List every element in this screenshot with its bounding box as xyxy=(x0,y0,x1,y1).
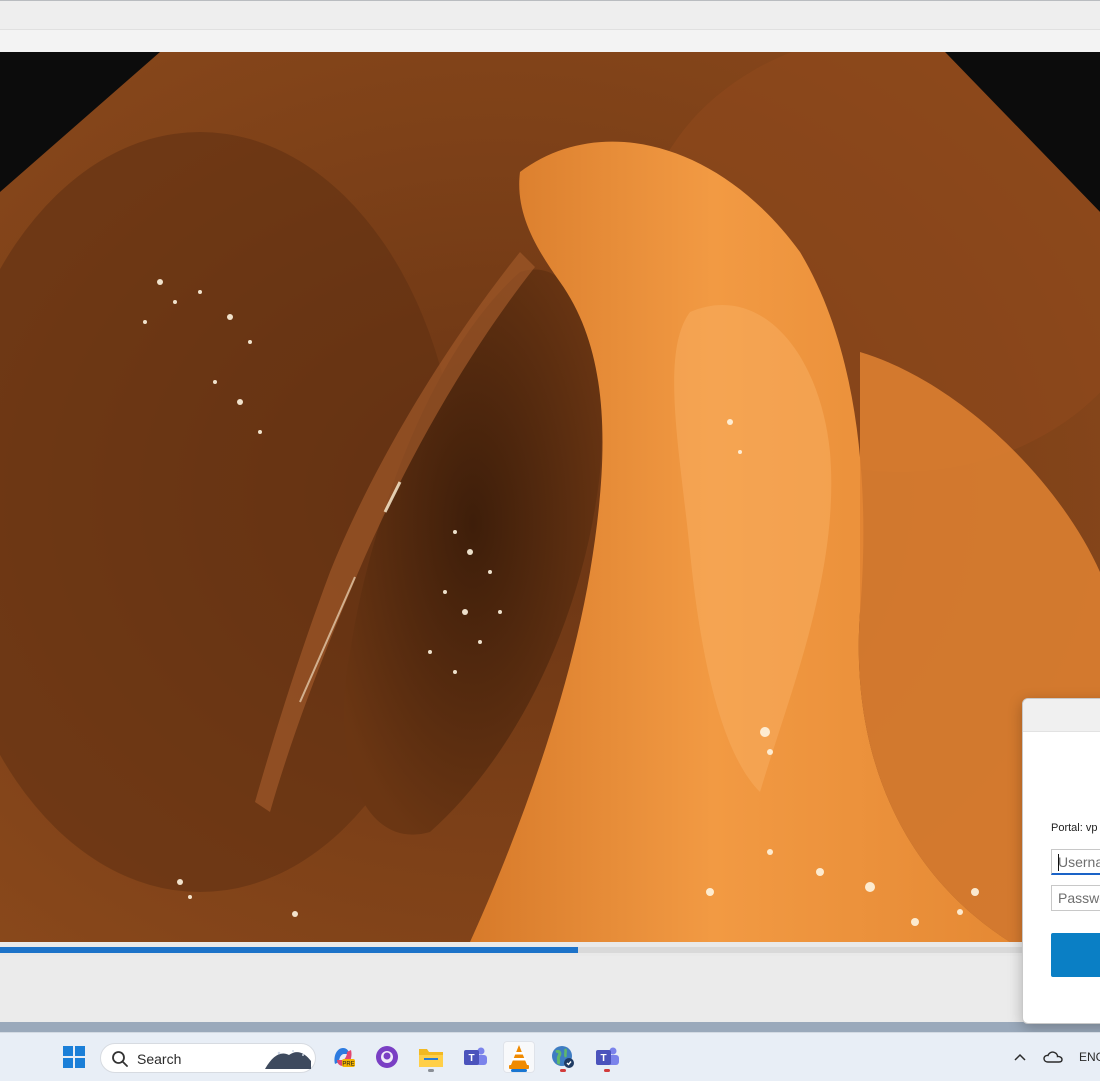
taskbar-app-teams[interactable]: T xyxy=(459,1041,491,1073)
window-toolbar xyxy=(0,30,1100,52)
github-desktop-icon xyxy=(376,1046,398,1068)
cloud-icon xyxy=(1043,1051,1063,1063)
svg-text:T: T xyxy=(600,1053,606,1064)
taskbar-app-vpn[interactable] xyxy=(547,1041,579,1073)
search-highlight-illustration-icon xyxy=(265,1050,311,1069)
window-title-bar xyxy=(0,0,1100,30)
search-label: Search xyxy=(137,1051,182,1067)
password-field[interactable]: Passwo xyxy=(1051,885,1100,911)
password-placeholder: Passwo xyxy=(1058,890,1100,906)
taskbar-app-github[interactable] xyxy=(371,1041,403,1073)
running-indicator xyxy=(428,1069,434,1072)
teams-icon: T xyxy=(464,1047,487,1065)
seek-bar[interactable] xyxy=(0,942,1100,956)
taskbar-app-copilot[interactable]: PRE xyxy=(327,1041,359,1073)
svg-text:T: T xyxy=(468,1053,474,1064)
taskbar-app-vlc[interactable] xyxy=(503,1041,535,1073)
username-placeholder: Userna xyxy=(1058,854,1100,870)
attention-indicator xyxy=(604,1069,610,1072)
portal-label: Portal: vp xyxy=(1051,822,1098,834)
start-button[interactable] xyxy=(58,1041,90,1073)
windows-logo-icon xyxy=(63,1046,85,1068)
vpn-login-dialog: ​ Portal: vp Userna Passwo xyxy=(1022,698,1100,1024)
desktop-background-strip xyxy=(0,1022,1100,1032)
active-indicator xyxy=(511,1069,527,1072)
taskbar-app-file-explorer[interactable] xyxy=(415,1041,447,1073)
file-explorer-icon xyxy=(419,1049,443,1067)
seek-track[interactable] xyxy=(0,947,1100,953)
taskbar: Search PRE T T EN xyxy=(0,1032,1100,1081)
text-caret xyxy=(1058,854,1059,871)
vlc-icon xyxy=(509,1045,529,1069)
username-field[interactable]: Userna xyxy=(1051,849,1100,875)
connect-button[interactable] xyxy=(1051,933,1100,977)
show-hidden-icons-button[interactable] xyxy=(1005,1041,1035,1073)
onedrive-tray-button[interactable] xyxy=(1038,1041,1068,1073)
endoscopy-frame xyxy=(0,52,1100,942)
copilot-icon: PRE xyxy=(334,1048,355,1068)
svg-text:PRE: PRE xyxy=(342,1062,354,1068)
teams-icon: T xyxy=(596,1047,619,1065)
attention-indicator xyxy=(560,1069,566,1072)
input-language-indicator[interactable]: ENG xyxy=(1079,1050,1100,1064)
player-controls-panel xyxy=(0,956,1100,1023)
seek-progress-fill xyxy=(0,947,578,953)
chevron-up-icon xyxy=(1014,1053,1026,1061)
taskbar-search-box[interactable]: Search xyxy=(100,1043,316,1073)
taskbar-app-teams-2[interactable]: T xyxy=(591,1041,623,1073)
dialog-title-bar[interactable] xyxy=(1023,699,1100,732)
vpn-globe-icon xyxy=(552,1046,574,1068)
search-icon xyxy=(112,1051,128,1067)
video-surface[interactable] xyxy=(0,52,1100,942)
